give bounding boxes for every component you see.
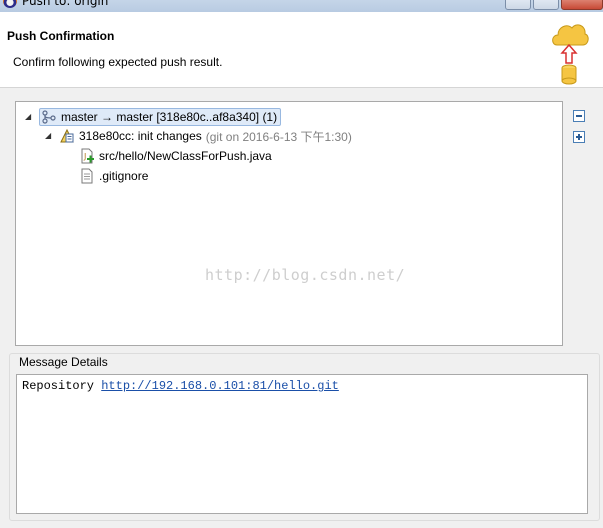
close-button[interactable] <box>561 0 603 10</box>
expand-all-icon[interactable] <box>573 131 585 143</box>
commit-icon <box>60 128 74 143</box>
branch-label: master → master [318e80c..af8a340] (1) <box>61 110 278 124</box>
java-file-added-icon: J <box>81 148 94 164</box>
collapse-arrow-icon[interactable]: ◢ <box>45 131 55 141</box>
minimize-button[interactable] <box>505 0 531 10</box>
tree-row-file[interactable]: J src/hello/NewClassForPush.java <box>79 147 272 165</box>
collapse-all-icon[interactable] <box>573 110 585 122</box>
repository-link[interactable]: http://192.168.0.101:81/hello.git <box>101 379 339 393</box>
text-file-icon <box>81 168 93 184</box>
page-title: Push Confirmation <box>7 29 115 43</box>
watermark-text: http://blog.csdn.net/ <box>205 266 406 284</box>
message-details-text[interactable]: Repository http://192.168.0.101:81/hello… <box>16 374 588 514</box>
push-result-tree[interactable]: ◢ master → master [318e80c..af8a340] (1)… <box>15 101 563 346</box>
branch-icon <box>42 110 56 124</box>
tree-row-branch-selection[interactable]: master → master [318e80c..af8a340] (1) <box>39 108 282 126</box>
repository-prefix: Repository <box>22 379 95 393</box>
window-title-bar[interactable]: Push to: origin <box>0 0 603 12</box>
collapse-arrow-icon[interactable]: ◢ <box>25 112 35 122</box>
tree-row-branch[interactable]: ◢ master → master [318e80c..af8a340] (1) <box>25 108 282 126</box>
tree-row-file[interactable]: .gitignore <box>79 167 148 185</box>
header-banner: Push Confirmation Confirm following expe… <box>0 12 603 88</box>
maximize-button[interactable] <box>533 0 559 10</box>
eclipse-icon <box>3 0 17 8</box>
commit-label: 318e80cc: init changes <box>79 129 202 143</box>
push-cloud-icon <box>552 24 589 85</box>
svg-text:J: J <box>83 152 86 161</box>
commit-meta: (git on 2016-6-13 下午1:30) <box>205 129 352 144</box>
message-details-label: Message Details <box>19 355 111 369</box>
page-description: Confirm following expected push result. <box>13 55 223 69</box>
window-title: Push to: origin <box>22 0 109 8</box>
file-label: .gitignore <box>99 169 149 183</box>
file-label: src/hello/NewClassForPush.java <box>99 149 272 163</box>
tree-row-commit[interactable]: ◢ 318e80cc: init changes (git on 2016-6-… <box>45 127 352 145</box>
